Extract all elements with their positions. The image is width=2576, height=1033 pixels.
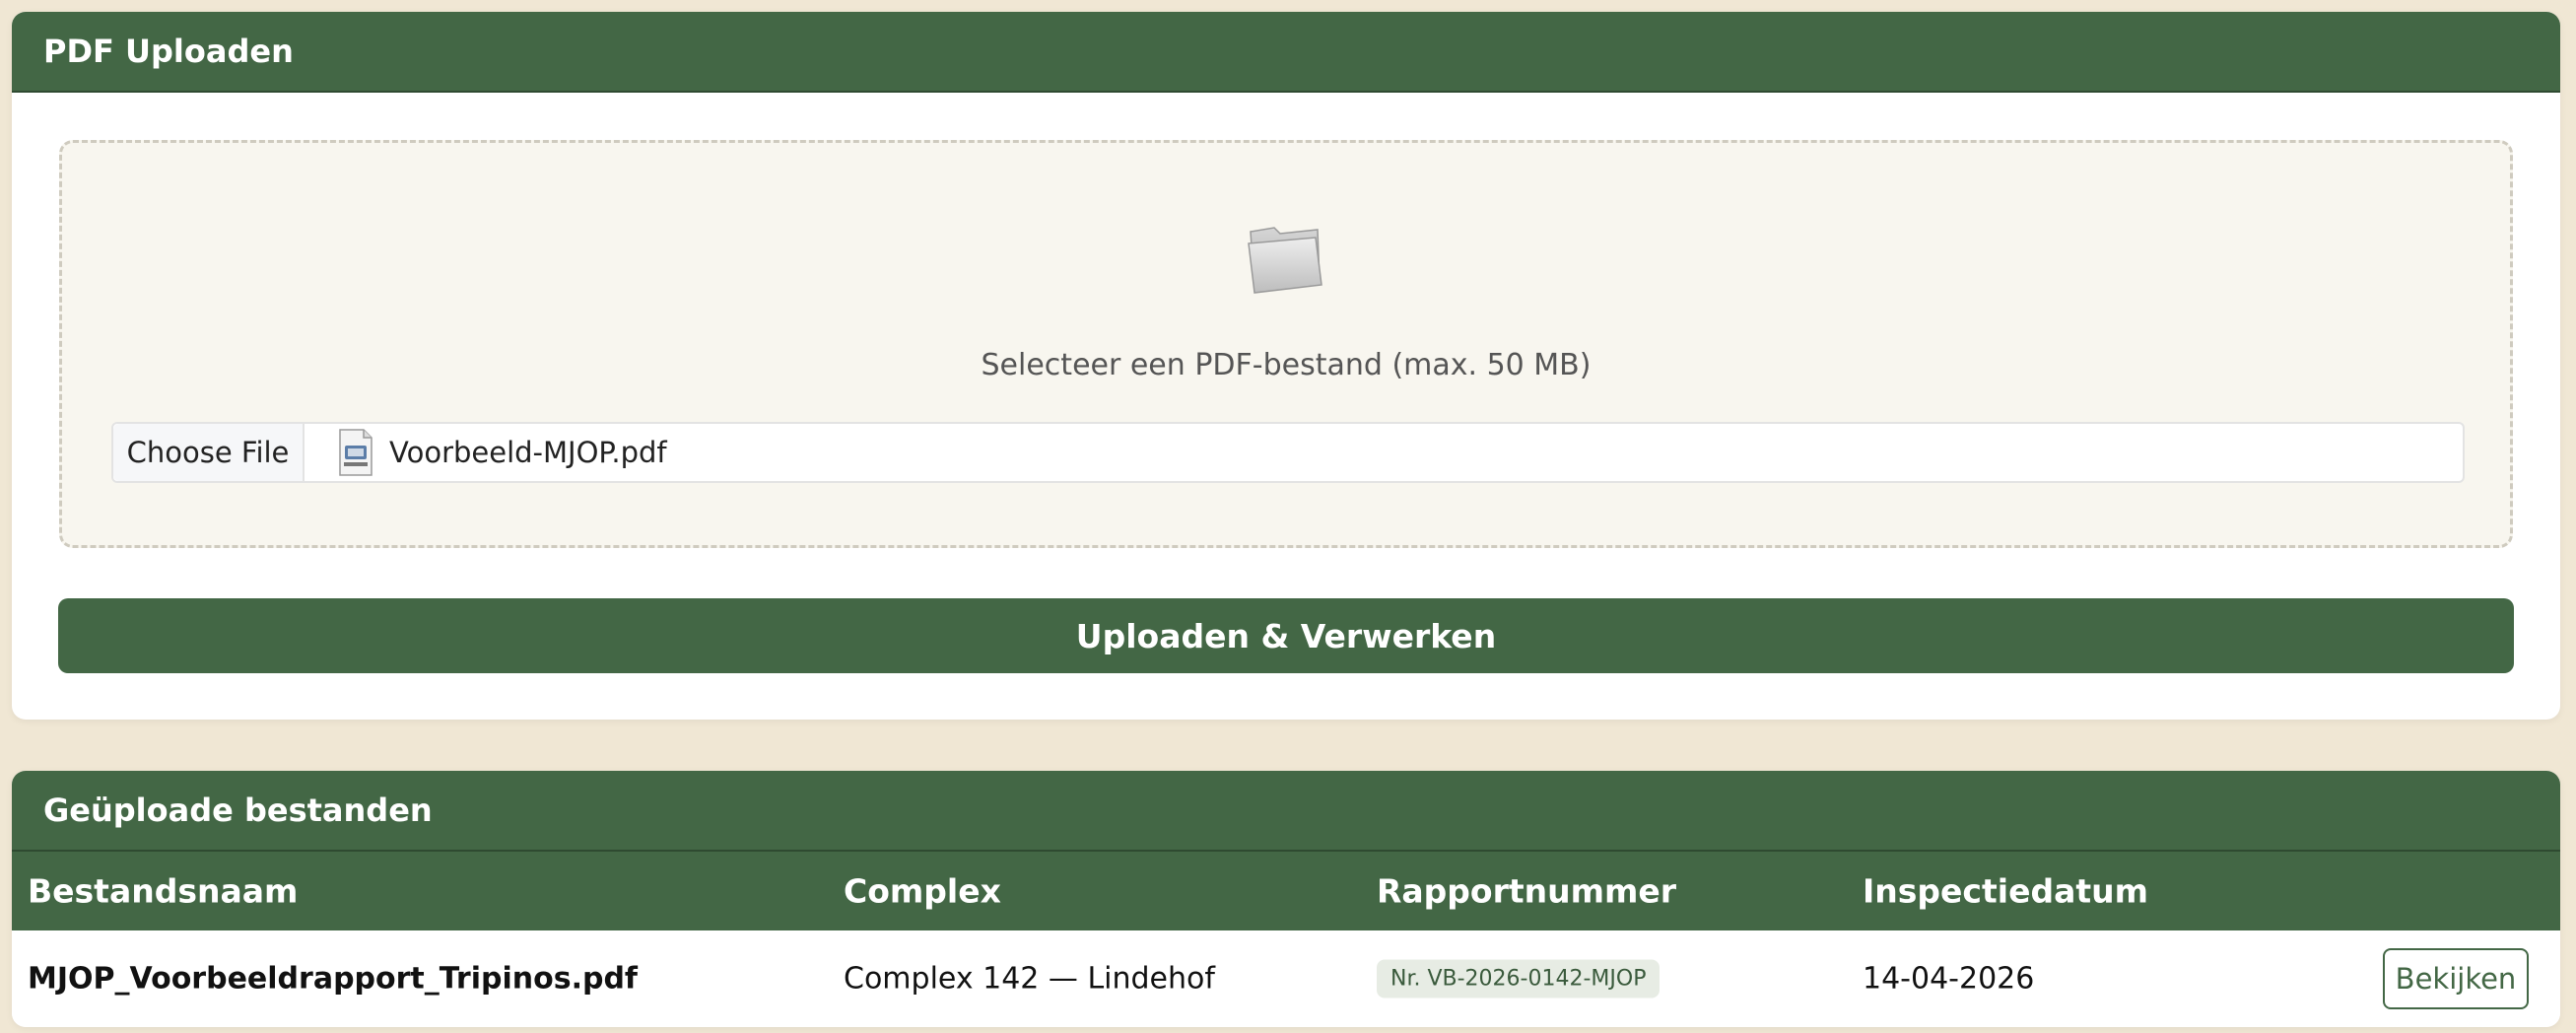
pdf-file-icon — [339, 429, 373, 476]
pdf-file-input[interactable]: Choose File Voorbeeld-MJOP.pdf — [111, 422, 2465, 483]
column-header-complex[interactable]: Complex — [844, 872, 1001, 911]
column-header-inspection-date[interactable]: Inspectiedatum — [1863, 872, 2148, 911]
uploaded-files-card: Geüploade bestanden Bestandsnaam Complex… — [12, 771, 2560, 1027]
choose-file-button[interactable]: Choose File — [113, 424, 305, 481]
row-inspection-date: 14-04-2026 — [1863, 961, 2035, 997]
selected-file-name: Voorbeeld-MJOP.pdf — [389, 436, 667, 469]
column-header-report-number[interactable]: Rapportnummer — [1377, 872, 1676, 911]
upload-card-title: PDF Uploaden — [12, 12, 2560, 93]
report-number-badge: Nr. VB-2026-0142-MJOP — [1377, 959, 1661, 999]
upload-process-button[interactable]: Uploaden & Verwerken — [58, 598, 2514, 673]
upload-card: PDF Uploaden Selecteer een PDF-bestand (… — [12, 12, 2560, 720]
row-complex: Complex 142 — Lindehof — [844, 961, 1215, 997]
dropzone-instruction: Selecteer een PDF-bestand (max. 50 MB) — [981, 348, 1592, 382]
folder-icon — [1248, 227, 1322, 294]
pdf-dropzone[interactable]: Selecteer een PDF-bestand (max. 50 MB) C… — [59, 140, 2513, 548]
table-row: MJOP_Voorbeeldrapport_Tripinos.pdf Compl… — [12, 930, 2560, 1027]
uploaded-files-title: Geüploade bestanden — [12, 771, 2560, 852]
column-header-filename[interactable]: Bestandsnaam — [28, 872, 298, 911]
row-filename: MJOP_Voorbeeldrapport_Tripinos.pdf — [28, 961, 638, 997]
table-header: Bestandsnaam Complex Rapportnummer Inspe… — [12, 852, 2560, 930]
view-button[interactable]: Bekijken — [2383, 948, 2529, 1009]
